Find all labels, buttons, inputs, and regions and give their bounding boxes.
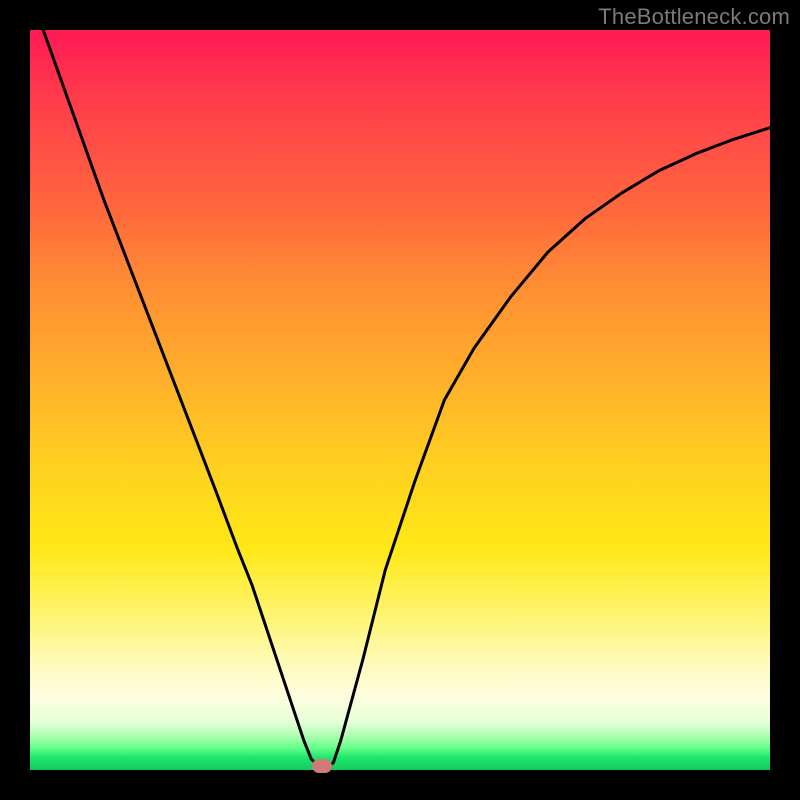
optimum-marker	[312, 759, 332, 773]
chart-frame: TheBottleneck.com	[0, 0, 800, 800]
watermark-text: TheBottleneck.com	[598, 4, 790, 30]
plot-area	[30, 30, 770, 770]
bottleneck-curve	[30, 30, 770, 770]
